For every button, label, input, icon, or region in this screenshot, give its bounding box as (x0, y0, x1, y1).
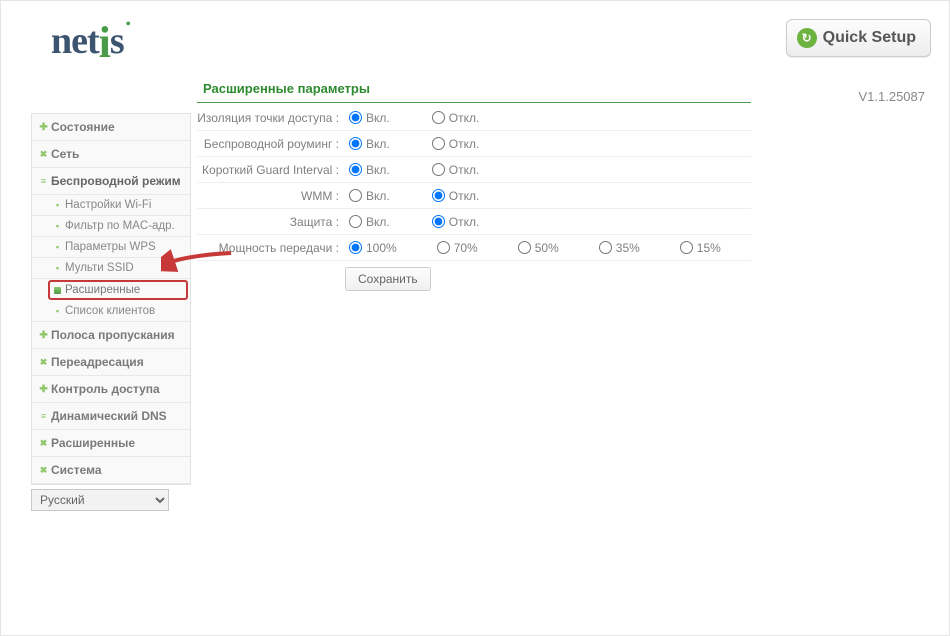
panel-title: Расширенные параметры (197, 71, 751, 103)
sidebar-item-1[interactable]: ✖Сеть (32, 141, 190, 168)
sidebar-item-4[interactable]: ✖Переадресация (32, 349, 190, 376)
ap-isolation-on[interactable]: Вкл. (349, 111, 390, 125)
row-wmm: WMM : Вкл. Откл. (197, 183, 751, 209)
sidebar-subitem-2-0[interactable]: ▪Настройки Wi-Fi (32, 195, 190, 216)
sdot-icon: ▪ (54, 244, 61, 251)
eq-icon: ≡ (40, 413, 47, 420)
label-roaming: Беспроводной роуминг : (197, 137, 345, 151)
save-button[interactable]: Сохранить (345, 267, 431, 291)
sidebar-item-0[interactable]: ✚Состояние (32, 114, 190, 141)
sdot-icon: ▪ (54, 202, 61, 209)
sidebar-item-7[interactable]: ✖Расширенные (32, 430, 190, 457)
content-panel: Расширенные параметры Изоляция точки дос… (191, 71, 751, 291)
cross-icon: ✖ (40, 151, 47, 158)
sidebar-item-2[interactable]: ≡Беспроводной режим (32, 168, 190, 195)
label-short-gi: Короткий Guard Interval : (197, 163, 345, 177)
tx-power-100[interactable]: 100% (349, 241, 397, 255)
row-roaming: Беспроводной роуминг : Вкл. Откл. (197, 131, 751, 157)
label-ap-isolation: Изоляция точки доступа : (197, 111, 345, 125)
quick-setup-button[interactable]: ↻ Quick Setup (786, 19, 931, 57)
roaming-off[interactable]: Откл. (432, 137, 480, 151)
sidebar-nav: ✚Состояние✖Сеть≡Беспроводной режим▪Настр… (31, 113, 191, 485)
refresh-icon: ↻ (797, 28, 817, 48)
sdot-icon: ▪ (54, 308, 61, 315)
label-protection: Защита : (197, 215, 345, 229)
sdot-icon: ▪ (54, 223, 61, 230)
label-wmm: WMM : (197, 189, 345, 203)
short-gi-off[interactable]: Откл. (432, 163, 480, 177)
row-ap-isolation: Изоляция точки доступа : Вкл. Откл. (197, 105, 751, 131)
sq-icon (54, 287, 61, 294)
plus-icon: ✚ (40, 386, 47, 393)
firmware-version: V1.1.25087 (858, 89, 925, 104)
sidebar-item-5[interactable]: ✚Контроль доступа (32, 376, 190, 403)
short-gi-on[interactable]: Вкл. (349, 163, 390, 177)
row-short-gi: Короткий Guard Interval : Вкл. Откл. (197, 157, 751, 183)
protection-off[interactable]: Откл. (432, 215, 480, 229)
sidebar-subitem-2-3[interactable]: ▪Мульти SSID (32, 258, 190, 279)
cross-icon: ✖ (40, 440, 47, 447)
label-tx-power: Мощность передачи : (197, 241, 345, 255)
wmm-off[interactable]: Откл. (432, 189, 480, 203)
sidebar-subitem-2-5[interactable]: ▪Список клиентов (32, 301, 190, 322)
tx-power-15[interactable]: 15% (680, 241, 721, 255)
sidebar-item-6[interactable]: ≡Динамический DNS (32, 403, 190, 430)
row-tx-power: Мощность передачи : 100% 70% 50% 35% 15% (197, 235, 751, 261)
cross-icon: ✖ (40, 359, 47, 366)
sidebar-subitem-2-4[interactable]: Расширенные (48, 280, 188, 300)
sidebar-item-8[interactable]: ✖Система (32, 457, 190, 484)
roaming-on[interactable]: Вкл. (349, 137, 390, 151)
sidebar-item-3[interactable]: ✚Полоса пропускания (32, 322, 190, 349)
tx-power-50[interactable]: 50% (518, 241, 559, 255)
plus-icon: ✚ (40, 332, 47, 339)
row-protection: Защита : Вкл. Откл. (197, 209, 751, 235)
tx-power-35[interactable]: 35% (599, 241, 640, 255)
plus-icon: ✚ (40, 124, 47, 131)
sidebar-subitem-2-1[interactable]: ▪Фильтр по MAC-адр. (32, 216, 190, 237)
cross-icon: ✖ (40, 467, 47, 474)
language-select[interactable]: Русский (31, 489, 169, 511)
tx-power-70[interactable]: 70% (437, 241, 478, 255)
sdot-icon: ▪ (54, 265, 61, 272)
wmm-on[interactable]: Вкл. (349, 189, 390, 203)
sidebar-subitem-2-2[interactable]: ▪Параметры WPS (32, 237, 190, 258)
protection-on[interactable]: Вкл. (349, 215, 390, 229)
eq-icon: ≡ (40, 178, 47, 185)
ap-isolation-off[interactable]: Откл. (432, 111, 480, 125)
quick-setup-label: Quick Setup (823, 29, 916, 47)
